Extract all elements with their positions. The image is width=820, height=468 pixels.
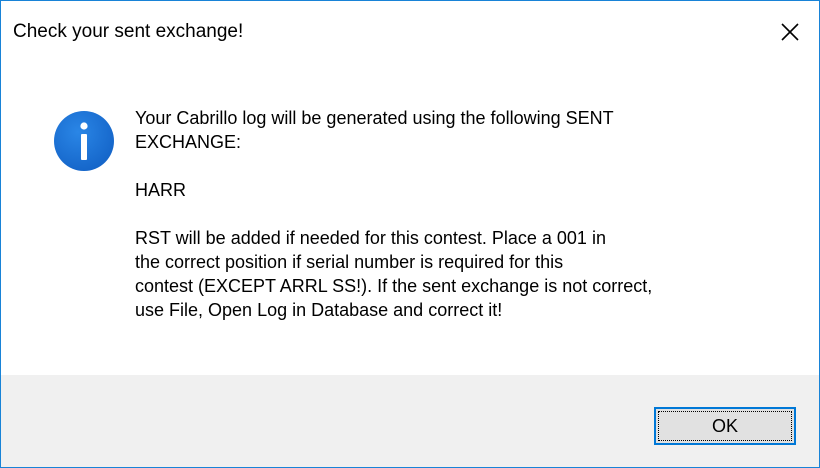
close-icon — [781, 23, 799, 41]
button-bar: OK — [1, 375, 819, 467]
message-note: RST will be added if needed for this con… — [135, 228, 653, 320]
ok-button-label: OK — [658, 411, 792, 441]
dialog-content: Your Cabrillo log will be generated usin… — [1, 63, 819, 375]
ok-button[interactable]: OK — [654, 407, 796, 445]
dialog-title: Check your sent exchange! — [13, 21, 244, 42]
message-intro: Your Cabrillo log will be generated usin… — [135, 108, 614, 152]
sent-exchange-value: HARR — [135, 180, 187, 200]
close-button[interactable] — [761, 1, 819, 63]
message-dialog: Check your sent exchange! Your Cabrillo … — [0, 0, 820, 468]
info-icon — [54, 111, 114, 171]
title-bar[interactable]: Check your sent exchange! — [1, 1, 819, 63]
message-text: Your Cabrillo log will be generated usin… — [135, 106, 775, 322]
